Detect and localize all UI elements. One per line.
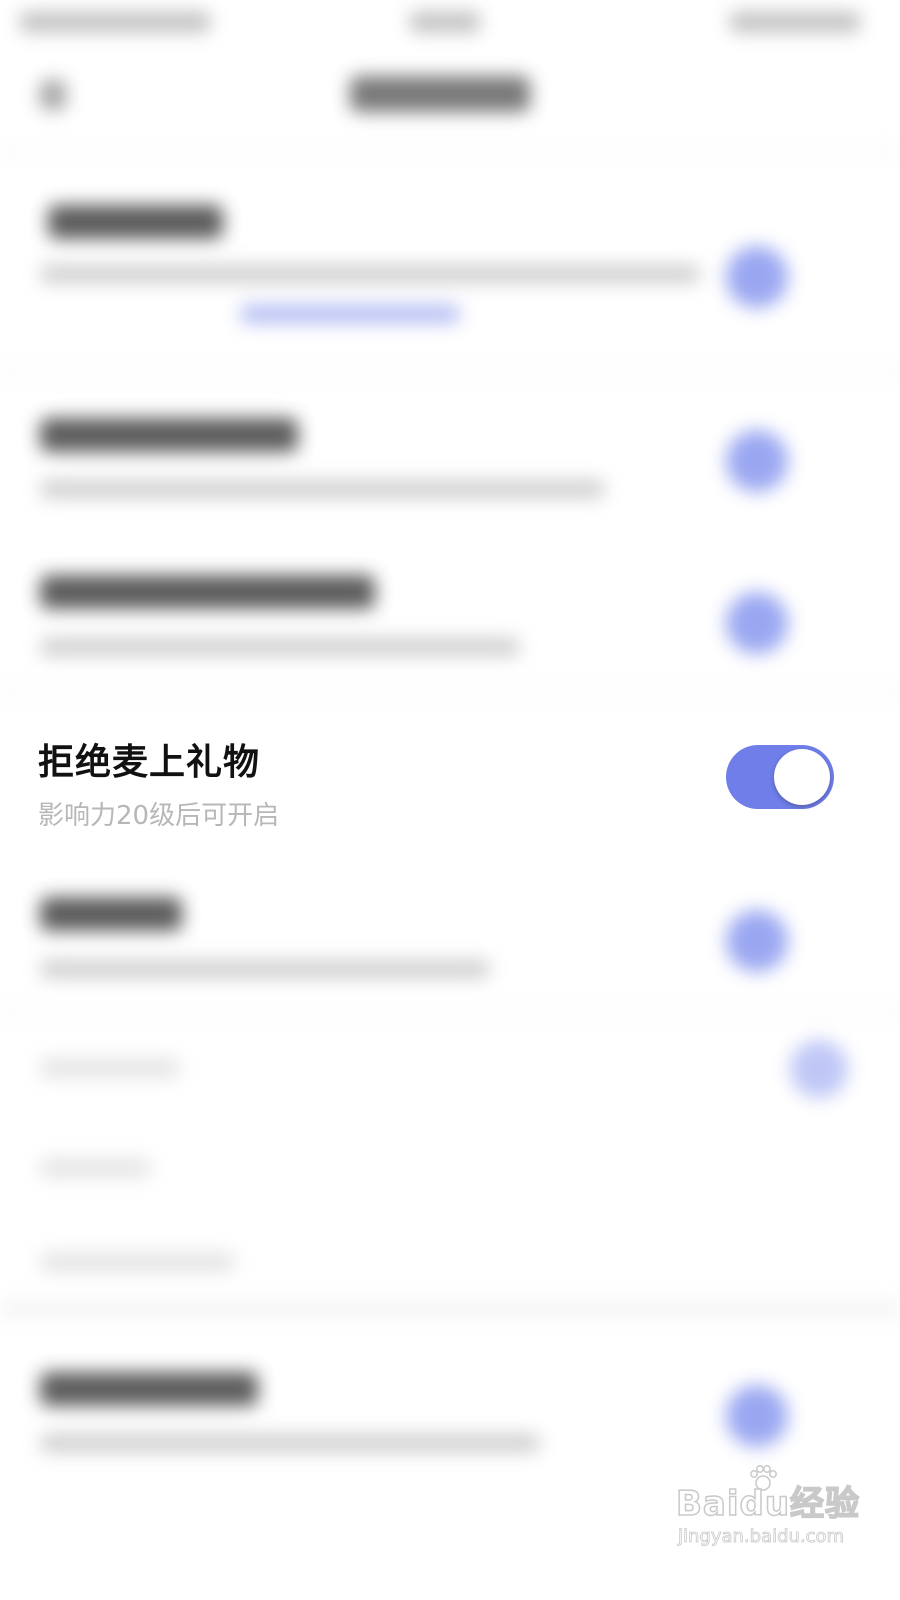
status-bar-time	[410, 12, 480, 32]
back-icon[interactable]	[40, 80, 66, 110]
row-2-desc	[40, 480, 605, 498]
setting-subtitle: 影响力20级后可开启	[38, 801, 280, 831]
row-5-toggle[interactable]	[726, 910, 788, 972]
section-gap	[0, 1300, 900, 1318]
toggle-knob	[774, 749, 830, 805]
row-5-desc	[40, 960, 490, 978]
row-1-divider	[0, 370, 900, 373]
row-5-title	[40, 897, 182, 931]
row-1-desc	[40, 265, 700, 283]
row-2-toggle[interactable]	[726, 430, 788, 492]
row-1-toggle[interactable]	[726, 246, 788, 308]
setting-row-refuse-mic-gifts: 拒绝麦上礼物 影响力20级后可开启	[0, 715, 900, 845]
row-3-title	[40, 575, 375, 609]
setting-title: 拒绝麦上礼物	[38, 742, 261, 783]
settings-screen: 拒绝麦上礼物 影响力20级后可开启 Baidu经验 jingyan.baidu.…	[0, 0, 900, 1600]
nav-divider	[0, 150, 900, 153]
status-bar-right	[730, 12, 860, 32]
row-6-toggle[interactable]	[790, 1040, 848, 1098]
refuse-mic-gifts-toggle[interactable]	[726, 745, 834, 809]
status-bar-left	[20, 12, 210, 32]
row-1-title	[48, 205, 223, 239]
watermark-url: jingyan.baidu.com	[678, 1526, 845, 1548]
row-9-toggle[interactable]	[726, 1385, 788, 1447]
baidu-jingyan-watermark: Baidu经验 jingyan.baidu.com	[670, 1465, 870, 1558]
row-7-title	[40, 1158, 150, 1178]
row-2-title	[40, 418, 298, 452]
row-9-title	[40, 1372, 258, 1406]
nav-title	[350, 76, 530, 112]
row-8-title	[40, 1252, 235, 1272]
row-3-divider	[0, 690, 900, 693]
row-3-desc	[40, 638, 520, 656]
row-9-desc	[40, 1434, 540, 1452]
row-3-toggle[interactable]	[726, 592, 788, 654]
row-5-divider	[0, 1010, 900, 1013]
watermark-logo: Baidu经验	[675, 1483, 861, 1525]
row-1-link[interactable]	[240, 305, 460, 323]
row-6-title	[40, 1058, 180, 1078]
